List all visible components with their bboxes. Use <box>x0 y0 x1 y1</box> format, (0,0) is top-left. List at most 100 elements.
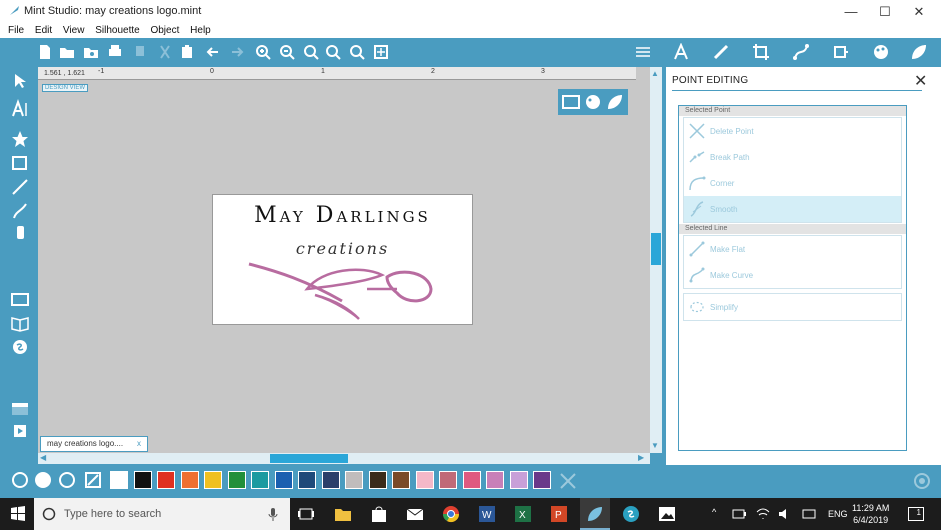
color-swatch[interactable] <box>110 471 128 489</box>
send-panel-icon[interactable] <box>10 399 30 419</box>
microphone-icon[interactable] <box>268 507 278 521</box>
volume-icon[interactable] <box>778 508 792 520</box>
menu-edit[interactable]: Edit <box>35 23 52 38</box>
paste-icon[interactable] <box>178 43 196 61</box>
zoom-page-icon[interactable] <box>348 43 366 61</box>
rectangle-tool-icon[interactable] <box>10 153 30 173</box>
menu-view[interactable]: View <box>63 23 85 38</box>
eraser-icon[interactable] <box>10 223 30 243</box>
maximize-button[interactable]: ☐ <box>868 0 902 23</box>
mail-icon[interactable] <box>406 505 424 523</box>
tray-chevron-icon[interactable]: ^ <box>712 507 716 517</box>
silhouette-store-icon[interactable] <box>10 337 30 357</box>
select-arrow-icon[interactable] <box>10 71 30 91</box>
color-swatch[interactable] <box>251 471 269 489</box>
menu-help[interactable]: Help <box>190 23 211 38</box>
powerpoint-icon[interactable]: P <box>550 505 568 523</box>
color-swatch[interactable] <box>227 471 246 489</box>
make-flat-button[interactable]: Make Flat <box>684 236 901 262</box>
undo-icon[interactable] <box>204 43 222 61</box>
mint-leaf-icon[interactable] <box>910 43 928 61</box>
solid-circle-icon[interactable] <box>34 471 52 489</box>
settings-gear-icon[interactable] <box>912 471 932 491</box>
corner-button[interactable]: Corner <box>684 170 901 196</box>
transform-icon[interactable] <box>832 43 850 61</box>
text-style-icon[interactable] <box>672 42 690 61</box>
delete-point-button[interactable]: Delete Point <box>684 118 901 144</box>
close-button[interactable]: ✕ <box>902 0 936 23</box>
logo-title-text[interactable]: May Darlings <box>213 203 472 228</box>
system-clock[interactable]: 11:29 AM 6/4/2019 <box>852 502 889 526</box>
color-swatch[interactable] <box>486 471 504 489</box>
text-tool-icon[interactable] <box>10 99 30 119</box>
color-swatch[interactable] <box>392 471 410 489</box>
break-path-button[interactable]: Break Path <box>684 144 901 170</box>
line-tool-icon[interactable] <box>10 177 30 197</box>
tab-close-icon[interactable]: x <box>137 437 141 451</box>
zoom-out-icon[interactable] <box>278 43 296 61</box>
taskbar-search-box[interactable]: Type here to search <box>34 498 290 530</box>
keyboard-icon[interactable] <box>802 508 816 520</box>
wifi-icon[interactable] <box>756 508 770 520</box>
minimize-button[interactable]: — <box>834 0 868 23</box>
excel-icon[interactable]: X <box>514 505 532 523</box>
palette-icon[interactable] <box>584 93 602 111</box>
task-view-icon[interactable] <box>297 505 315 523</box>
pen-tool-icon[interactable] <box>10 201 30 221</box>
design-view-icon[interactable] <box>10 289 30 309</box>
simplify-button[interactable]: Simplify <box>684 294 901 320</box>
smooth-button[interactable]: Smooth <box>684 196 901 222</box>
scroll-up-icon[interactable]: ▲ <box>651 69 659 78</box>
no-fill-icon[interactable] <box>84 471 102 489</box>
send-play-icon[interactable] <box>10 421 30 441</box>
color-swatch[interactable] <box>298 471 316 489</box>
point-edit-icon[interactable] <box>792 43 810 61</box>
star-shape-icon[interactable] <box>10 129 30 149</box>
outline-circle-icon[interactable] <box>58 471 76 489</box>
color-swatch[interactable] <box>533 471 551 489</box>
color-swatch[interactable] <box>415 471 434 489</box>
color-swatch[interactable] <box>274 471 293 489</box>
color-swatch[interactable] <box>509 471 528 489</box>
panel-close-icon[interactable]: ✕ <box>914 71 927 91</box>
color-swatch[interactable] <box>180 471 199 489</box>
cut-icon[interactable] <box>156 43 174 61</box>
flower-graphic[interactable] <box>247 259 437 321</box>
windows-start-icon[interactable] <box>10 506 26 522</box>
leaf-icon[interactable] <box>606 93 624 111</box>
crop-icon[interactable] <box>752 43 770 61</box>
open-folder-icon[interactable] <box>58 43 76 61</box>
open-library-icon[interactable] <box>82 43 100 61</box>
align-icon[interactable] <box>634 43 652 61</box>
zoom-in-icon[interactable] <box>254 43 272 61</box>
palette-icon[interactable] <box>872 43 890 61</box>
chrome-icon[interactable] <box>442 505 460 523</box>
scroll-down-icon[interactable]: ▼ <box>651 441 659 450</box>
language-indicator[interactable]: ENG <box>828 509 848 519</box>
color-swatch[interactable] <box>368 471 387 489</box>
menu-object[interactable]: Object <box>150 23 179 38</box>
redo-icon[interactable] <box>228 43 246 61</box>
fit-to-page-icon[interactable] <box>372 43 390 61</box>
library-book-icon[interactable] <box>10 313 30 333</box>
document-tab[interactable]: may creations logo.... x <box>40 436 148 452</box>
file-explorer-icon[interactable] <box>334 505 352 523</box>
color-swatch[interactable] <box>345 471 363 489</box>
design-mat[interactable]: May Darlings creations <box>212 194 473 325</box>
menu-file[interactable]: File <box>8 23 24 38</box>
make-curve-button[interactable]: Make Curve <box>684 262 901 288</box>
fill-circle-icon[interactable] <box>11 471 29 489</box>
clear-swatch-icon[interactable] <box>559 472 577 490</box>
logo-subtitle-text[interactable]: creations <box>213 239 472 258</box>
rectangle-icon[interactable] <box>562 94 580 110</box>
color-swatch[interactable] <box>321 471 340 489</box>
scroll-right-icon[interactable]: ▶ <box>638 453 644 462</box>
word-icon[interactable]: W <box>478 505 496 523</box>
zoom-selection-icon[interactable] <box>302 43 320 61</box>
zoom-fit-icon[interactable] <box>324 43 342 61</box>
new-file-icon[interactable] <box>36 43 54 61</box>
copy-icon[interactable] <box>132 43 150 61</box>
store-icon[interactable] <box>370 505 388 523</box>
vertical-scroll-thumb[interactable] <box>651 233 661 265</box>
print-icon[interactable] <box>106 43 124 61</box>
